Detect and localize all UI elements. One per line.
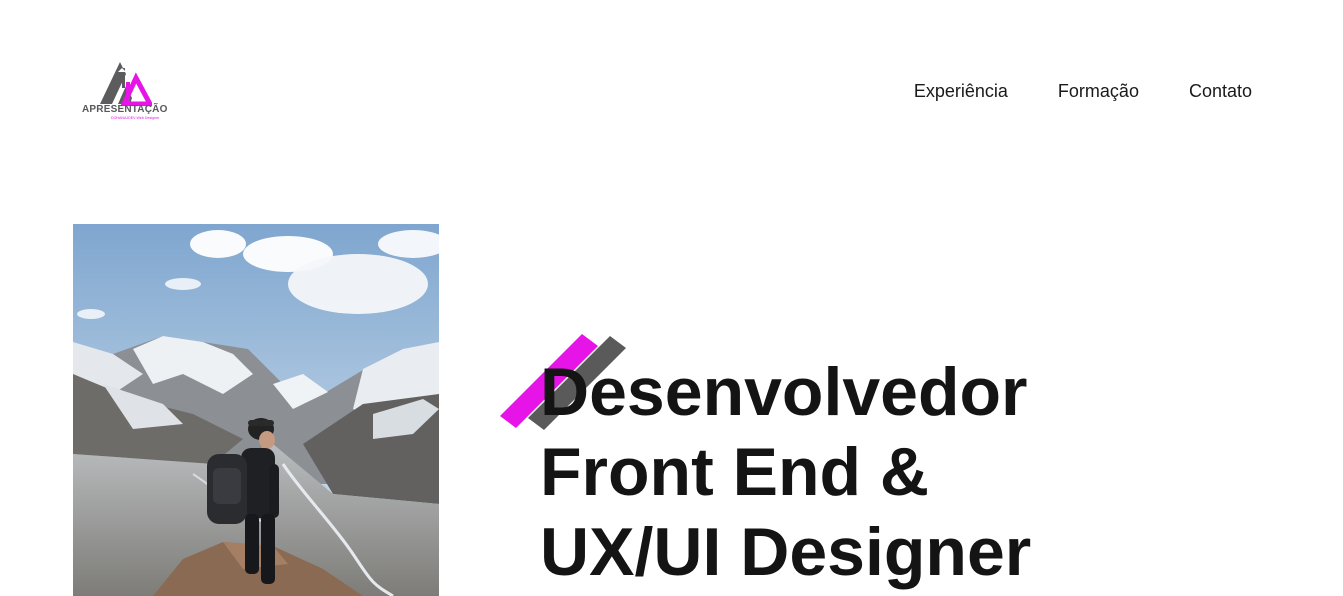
nav-link-formacao[interactable]: Formação <box>1058 80 1139 102</box>
headline-line-2: Front End & <box>540 434 930 510</box>
page: APRESENTAÇÃO DOHANAJDEV Web Designer Exp… <box>0 0 1343 596</box>
hiker-mountain-photo-icon <box>73 224 439 596</box>
nav-link-experiencia[interactable]: Experiência <box>914 80 1008 102</box>
nav-link-contato[interactable]: Contato <box>1189 80 1252 102</box>
hero-headline: Desenvolvedor Front End & UX/UI Designer <box>540 352 1031 592</box>
logo-mark-icon <box>100 62 152 106</box>
hero-photo <box>73 224 439 596</box>
main-nav: Experiência Formação Contato <box>914 80 1252 102</box>
site-logo[interactable]: APRESENTAÇÃO DOHANAJDEV Web Designer <box>80 58 170 124</box>
logo-title: APRESENTAÇÃO <box>82 104 168 115</box>
logo-subtitle: DOHANAJDEV Web Designer <box>111 116 160 120</box>
headline-line-3: UX/UI Designer <box>540 514 1032 590</box>
headline-line-1: Desenvolvedor <box>540 354 1028 430</box>
